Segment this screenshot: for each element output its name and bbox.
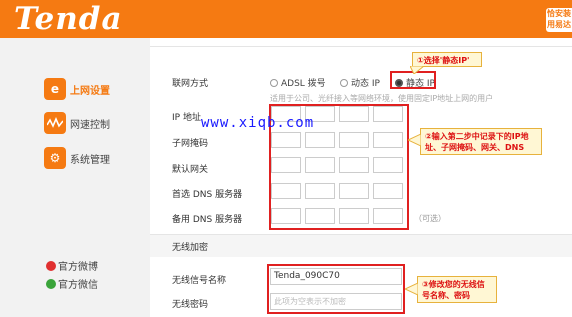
callout-arrow [408,134,421,146]
gateway-label: 默认网关 [172,165,209,175]
callout-step3: ③修改您的无线信号名称、密码 [417,276,497,303]
wireless-section-header [150,234,572,257]
optional-note: （可选） [414,214,446,223]
header-install-button[interactable]: 恰安装 用易达 [546,8,572,32]
ip-address-label: IP 地址 [172,113,201,123]
callout-arrow [405,283,418,295]
speed-wave-icon [44,112,66,134]
wifi-password-label: 无线密码 [172,300,209,310]
callout-arrow [410,66,424,74]
dns1-label: 首选 DNS 服务器 [172,190,243,200]
highlight-wireless-fields [267,264,405,314]
radio-label: 动态 IP [351,79,380,89]
radio-dynamic-ip[interactable]: 动态 IP [340,76,380,89]
sidebar-item-speed-control[interactable]: 网速控制 [44,112,144,134]
weibo-icon [46,260,56,271]
social-label: 官方微信 [58,280,98,291]
connection-type-label: 联网方式 [172,79,209,89]
header-bar: Tenda 恰安装 用易达 [0,0,572,38]
social-weibo-link[interactable]: 官方微博 [46,258,98,273]
subnet-mask-label: 子网掩码 [172,139,209,149]
callout-step1: ①选择'静态IP' [412,52,482,67]
radio-adsl[interactable]: ADSL 拨号 [270,76,326,89]
radio-button[interactable] [340,78,348,87]
sidebar-item-label: 系统管理 [70,154,110,166]
callout-step2: ②输入第二步中记录下的IP地址、子网掩码、网关、DNS [420,128,542,155]
e-internet-icon: e [44,78,66,100]
ssid-label: 无线信号名称 [172,276,227,286]
social-label: 官方微博 [58,262,98,273]
sidebar-item-label: 上网设置 [70,85,110,97]
wireless-section-title: 无线加密 [172,243,209,253]
radio-button[interactable] [270,78,278,87]
gear-icon: ⚙ [44,147,66,169]
dns2-label: 备用 DNS 服务器 [172,215,243,225]
radio-label: ADSL 拨号 [281,79,326,89]
sidebar-item-system-management[interactable]: ⚙ 系统管理 [44,147,144,169]
sidebar-item-label: 网速控制 [70,119,110,131]
static-ip-hint: 适用于公司、光纤接入等网络环境，使用固定IP地址上网的用户 [270,94,494,103]
tenda-logo: Tenda [14,1,123,37]
sidebar-item-internet-settings[interactable]: e 上网设置 [44,78,144,100]
wechat-icon [46,278,56,289]
watermark: www.xiqb.com [201,115,315,131]
top-divider [150,46,572,47]
social-wechat-link[interactable]: 官方微信 [46,276,98,291]
